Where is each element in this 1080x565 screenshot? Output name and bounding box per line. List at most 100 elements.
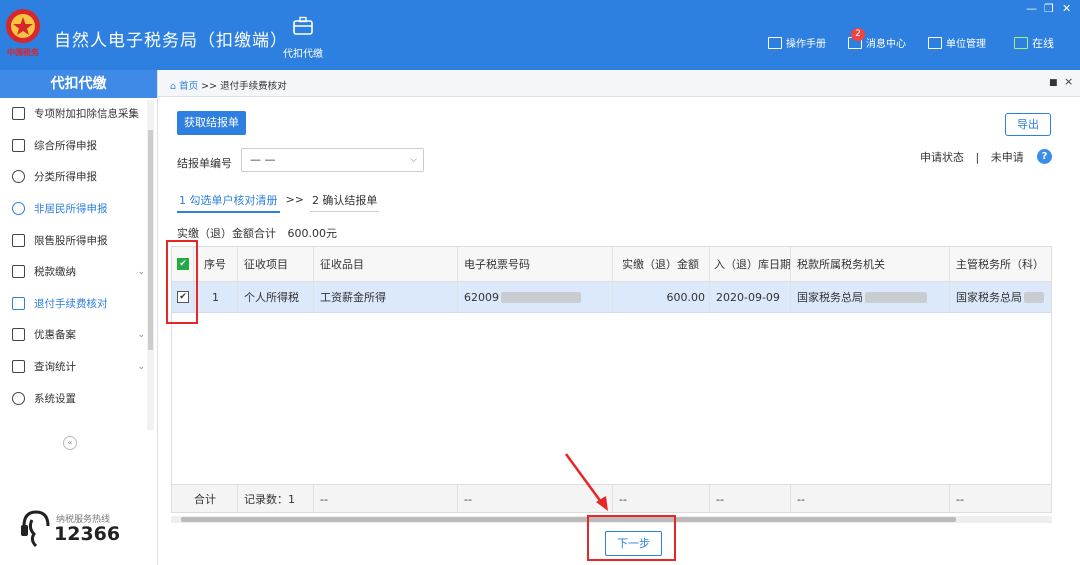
app-title: 自然人电子税务局（扣缴端） — [54, 31, 288, 51]
column-header[interactable]: 征收项目 — [238, 247, 314, 281]
step-arrow: >> — [285, 193, 304, 206]
sidebar-item-tax-payment[interactable]: 税款缴纳 ⌄ — [0, 256, 157, 288]
chevron-down-icon: ⌵ — [410, 155, 417, 165]
gear-icon — [12, 391, 25, 405]
table-header-row: ✔ 序号 征收项目 征收品目 电子税票号码 实缴（退）金额 入（退）库日期 税款… — [172, 247, 1051, 282]
sidebar-item-query-stats[interactable]: 查询统计 ⌄ — [0, 351, 157, 383]
message-count-badge: 2 — [851, 28, 865, 41]
table-cell: 个人所得税 — [238, 282, 314, 312]
sidebar-item-label: 非居民所得申报 — [34, 203, 108, 216]
pie-icon — [12, 170, 25, 184]
redacted-blur — [865, 291, 927, 303]
table-row[interactable]: ✔ 1 个人所得税 工资薪金所得 62009 600.00 2020-09-09… — [172, 282, 1051, 313]
footer-cell: -- — [791, 485, 950, 512]
amount-summary-label: 实缴（退）金额合计 — [177, 227, 276, 240]
query-icon — [12, 360, 25, 374]
sidebar-item-classified-income[interactable]: 分类所得申报 — [0, 161, 157, 193]
sidebar-item-fee-refund-check[interactable]: 退付手续费核对 — [0, 288, 157, 320]
column-header[interactable]: 电子税票号码 — [458, 247, 613, 281]
folder-icon — [12, 265, 25, 279]
column-header[interactable]: 税款所属税务机关 — [791, 247, 950, 281]
breadcrumb-home[interactable]: 首页 — [179, 81, 198, 92]
sidebar-item-special-deduction[interactable]: 专项附加扣除信息采集 — [0, 98, 157, 130]
footer-cell: 合计 — [172, 485, 238, 512]
tax-authority: 国家税务总局 — [797, 291, 863, 304]
sidebar-item-label: 系统设置 — [34, 392, 76, 405]
redacted-blur — [501, 291, 581, 303]
sidebar-item-label: 限售股所得申报 — [34, 234, 108, 247]
redacted-blur — [1024, 291, 1044, 303]
column-header[interactable]: 主管税务所（科） — [950, 247, 1051, 281]
minimize-button[interactable]: — — [1026, 2, 1037, 15]
manual-label: 操作手册 — [786, 39, 826, 50]
sidebar-item-label: 综合所得申报 — [34, 139, 97, 152]
person-icon — [12, 202, 25, 216]
apply-status-separator: | — [975, 151, 980, 164]
online-status[interactable]: 在线 — [1014, 35, 1054, 51]
apply-status: 申请状态 | 未申请 — [920, 149, 1024, 165]
amount-summary: 实缴（退）金额合计 600.00元 — [177, 225, 337, 241]
column-header[interactable]: 征收品目 — [314, 247, 458, 281]
column-header[interactable]: 序号 — [194, 247, 238, 281]
footer-cell: -- — [314, 485, 458, 512]
document-icon — [12, 296, 25, 310]
chevron-down-icon: ⌄ — [137, 361, 145, 372]
table-cell: 600.00 — [613, 282, 710, 312]
tax-office-cell: 国家税务总局 — [950, 282, 1051, 312]
module-withholding[interactable]: 代扣代缴 — [278, 16, 328, 60]
sidebar-item-comprehensive-income[interactable]: 综合所得申报 — [0, 130, 157, 162]
sidebar-collapse-button[interactable]: « — [63, 436, 77, 450]
ticket-number-cell: 62009 — [458, 282, 613, 312]
sidebar-item-label: 退付手续费核对 — [34, 297, 108, 310]
table-scroll-thumb[interactable] — [181, 517, 956, 522]
highlight-checkbox-column — [166, 240, 198, 324]
footer-cell: -- — [950, 485, 1051, 512]
sidebar-item-preferential-filing[interactable]: 优惠备案 ⌄ — [0, 319, 157, 351]
export-button[interactable]: 导出 — [1005, 113, 1051, 136]
close-window-button[interactable]: ✕ — [1062, 2, 1071, 15]
unit-management-link[interactable]: 单位管理 — [928, 35, 986, 50]
footer-cell: -- — [613, 485, 710, 512]
building-icon — [928, 36, 942, 49]
sidebar-item-system-settings[interactable]: 系统设置 — [0, 382, 157, 414]
tax-office: 国家税务总局 — [956, 291, 1022, 304]
report-no-label: 结报单编号 — [177, 157, 232, 170]
sidebar-scrollbar[interactable] — [147, 100, 154, 430]
column-header[interactable]: 实缴（退）金额 — [613, 247, 710, 281]
sidebar-scroll-thumb[interactable] — [148, 130, 153, 350]
sidebar-item-restricted-shares[interactable]: 限售股所得申报 — [0, 224, 157, 256]
report-no-select[interactable]: — — ⌵ — [241, 148, 424, 172]
file-icon — [12, 328, 25, 342]
report-no-value: — — — [250, 153, 276, 166]
tab-pin-button[interactable]: ■ — [1049, 78, 1058, 88]
step-1[interactable]: 1 勾选单户核对清册 — [177, 192, 280, 213]
restore-button[interactable]: ❐ — [1044, 2, 1054, 15]
manual-link[interactable]: 操作手册 — [768, 35, 826, 50]
message-center-label: 消息中心 — [866, 39, 906, 50]
highlight-next-button — [587, 515, 676, 561]
home-icon: ⌂ — [170, 81, 177, 92]
help-icon[interactable]: ? — [1037, 149, 1052, 164]
bar-chart-icon — [12, 233, 25, 247]
footer-cell: -- — [710, 485, 791, 512]
annotation-arrow-icon — [564, 453, 608, 511]
breadcrumb: ⌂ 首页 >> 退付手续费核对 — [170, 78, 287, 92]
sidebar-item-label: 查询统计 — [34, 361, 76, 374]
breadcrumb-separator: >> — [201, 81, 218, 92]
step-2[interactable]: 2 确认结报单 — [309, 192, 380, 212]
layers-icon — [12, 138, 25, 152]
sidebar: 代扣代缴 专项附加扣除信息采集 综合所得申报 分类所得申报 非居民所得申报 限售… — [0, 70, 158, 565]
tab-close-button[interactable]: × — [1064, 75, 1073, 88]
column-header[interactable]: 入（退）库日期 — [710, 247, 791, 281]
sidebar-item-nonresident-income[interactable]: 非居民所得申报 — [0, 193, 157, 225]
get-report-button[interactable]: 获取结报单 — [177, 111, 246, 135]
headset-icon — [21, 510, 50, 548]
hotline-number: 12366 — [54, 523, 121, 545]
chevron-down-icon: ⌄ — [137, 329, 145, 340]
online-status-label: 在线 — [1032, 37, 1054, 50]
hotline: 纳税服务热线 12366 — [18, 508, 120, 551]
chevron-down-icon: ⌄ — [137, 266, 145, 277]
table-cell: 1 — [194, 282, 238, 312]
sidebar-item-label: 分类所得申报 — [34, 171, 97, 184]
list-icon — [12, 107, 25, 121]
